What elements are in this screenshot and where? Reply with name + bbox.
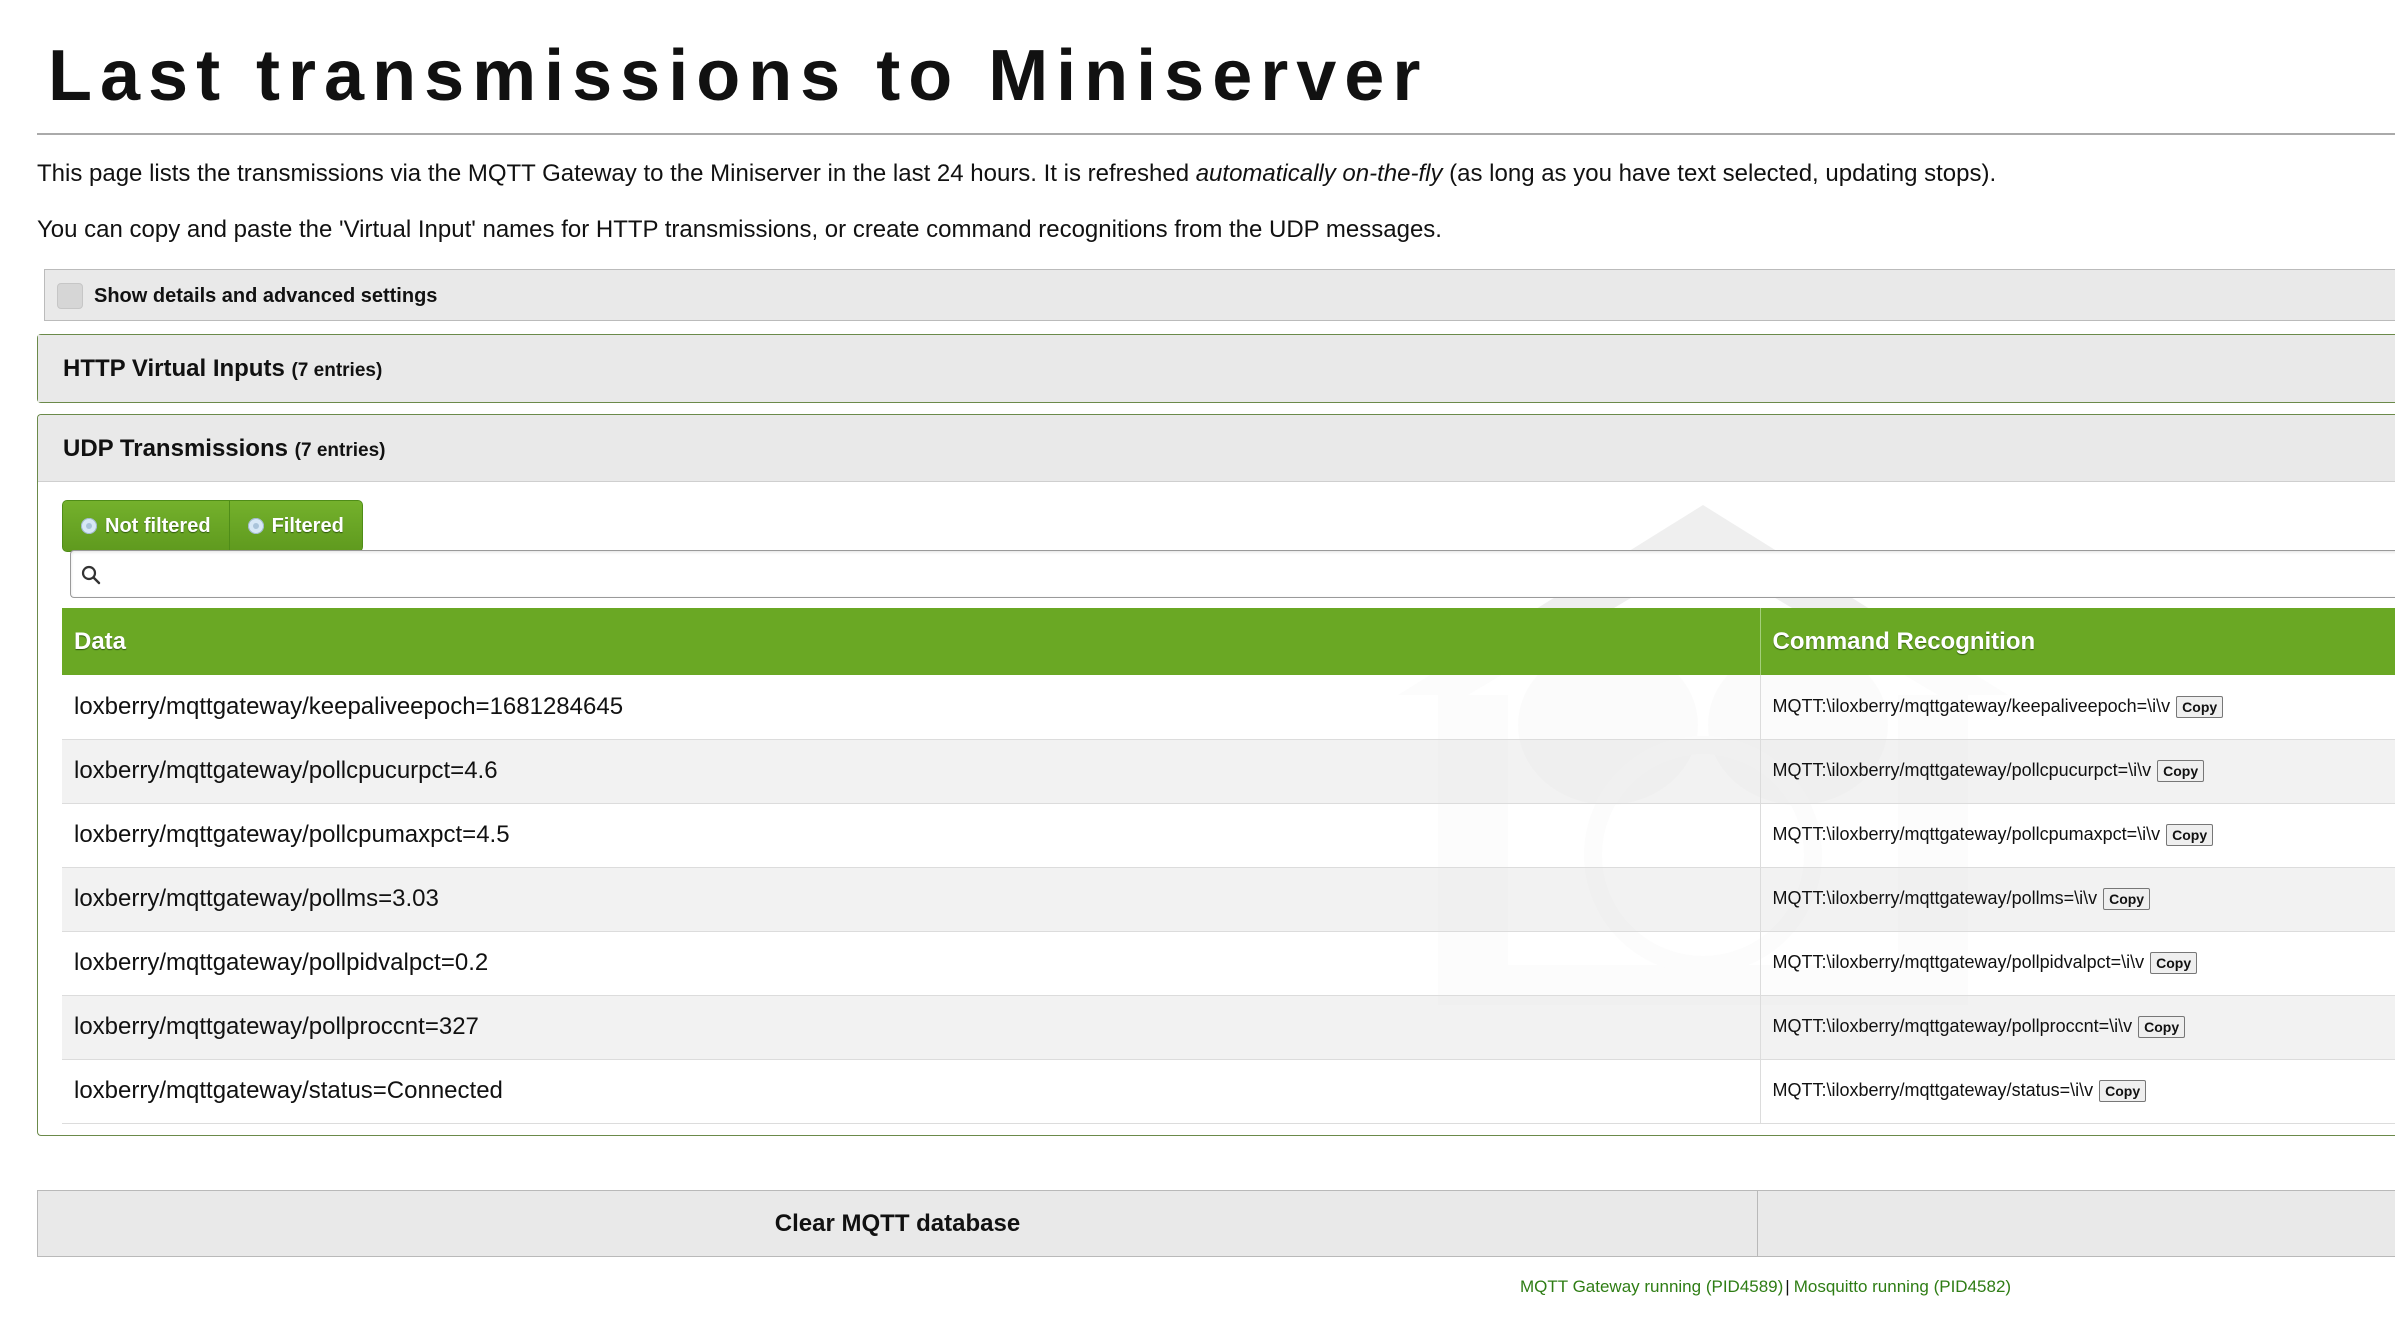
filtered-label: Filtered — [271, 514, 344, 537]
show-details-label[interactable]: Show details and advanced settings — [94, 283, 437, 309]
column-header-command-recognition[interactable]: Command Recognition — [1760, 608, 2395, 675]
command-recognition-cell: MQTT:\iloxberry/mqttgateway/pollcpucurpc… — [1759, 739, 2395, 804]
udp-search-input[interactable] — [111, 557, 2385, 593]
copy-button[interactable]: Copy — [2103, 888, 2151, 911]
command-recognition-cell: MQTT:\iloxberry/mqttgateway/pollproccnt=… — [1759, 995, 2395, 1060]
data-cell: loxberry/mqttgateway/pollpidvalpct=0.2 — [62, 931, 1760, 996]
filter-toggle-group: Not filtered Filtered — [62, 500, 363, 552]
command-recognition-cell: MQTT:\iloxberry/mqttgateway/keepaliveepo… — [1759, 675, 2395, 740]
command-recognition-text: MQTT:\iloxberry/mqttgateway/pollcpumaxpc… — [1772, 823, 2161, 844]
copy-button[interactable]: Copy — [2176, 695, 2224, 718]
command-recognition-text: MQTT:\iloxberry/mqttgateway/pollpidvalpc… — [1772, 951, 2145, 972]
not-filtered-label: Not filtered — [105, 514, 211, 537]
udp-transmissions-heading: UDP Transmissions (7 entries) — [63, 433, 385, 467]
filtered-button[interactable]: Filtered — [228, 501, 362, 551]
http-virtual-inputs-heading: HTTP Virtual Inputs (7 entries) — [63, 353, 382, 387]
command-recognition-cell: MQTT:\iloxberry/mqttgateway/status=\i\v C… — [1759, 1059, 2395, 1124]
table-row: loxberry/mqttgateway/pollms=3.03 MQTT:\il… — [62, 867, 2395, 932]
intro-text: This page lists the transmissions via th… — [37, 158, 1996, 190]
column-header-data[interactable]: Data — [62, 608, 1761, 675]
service-status-line: MQTT Gateway running (PID4589) | Mosquitto… — [1520, 1276, 2011, 1298]
table-row: loxberry/mqttgateway/pollpidvalpct=0.2 MQ… — [62, 931, 2395, 996]
udp-table-body: loxberry/mqttgateway/keepaliveepoch=1681… — [62, 675, 2395, 1124]
command-recognition-text: MQTT:\iloxberry/mqttgateway/status=\i\v — [1772, 1079, 2094, 1100]
command-recognition-text: MQTT:\iloxberry/mqttgateway/keepaliveepo… — [1772, 695, 2171, 716]
mqtt-transmissions-page: Last transmissions to Miniserver This pa… — [0, 0, 2395, 1321]
status-separator: | — [1785, 1277, 1790, 1296]
title-divider — [37, 133, 2395, 135]
data-cell: loxberry/mqttgateway/pollcpumaxpct=4.5 — [62, 803, 1760, 868]
data-cell: loxberry/mqttgateway/pollms=3.03 — [62, 867, 1760, 932]
table-row: loxberry/mqttgateway/keepaliveepoch=1681… — [62, 675, 2395, 740]
table-header-row: Data Command Recognition — [62, 608, 2395, 675]
command-recognition-cell: MQTT:\iloxberry/mqttgateway/pollcpumaxpc… — [1759, 803, 2395, 868]
table-row: loxberry/mqttgateway/pollcpucurpct=4.6 MQ… — [62, 739, 2395, 804]
data-cell: loxberry/mqttgateway/pollcpucurpct=4.6 — [62, 739, 1760, 804]
table-row: loxberry/mqttgateway/status=Connected MQT… — [62, 1059, 2395, 1124]
filtered-radio-icon — [247, 518, 264, 534]
http-virtual-inputs-title: HTTP Virtual Inputs — [63, 355, 285, 382]
command-recognition-cell: MQTT:\iloxberry/mqttgateway/pollms=\i\v C… — [1759, 867, 2395, 932]
http-virtual-inputs-header[interactable]: HTTP Virtual Inputs (7 entries) — [38, 335, 2395, 402]
data-cell: loxberry/mqttgateway/status=Connected — [62, 1059, 1760, 1124]
udp-transmissions-title: UDP Transmissions — [63, 435, 288, 462]
intro-text-start: This page lists the transmissions via th… — [37, 160, 1196, 187]
data-cell: loxberry/mqttgateway/pollproccnt=327 — [62, 995, 1760, 1060]
intro-text-end: (as long as you have text selected, upda… — [1442, 160, 1997, 187]
clear-mqtt-database-button[interactable]: Clear MQTT database — [38, 1191, 1758, 1256]
udp-search-box — [70, 550, 2395, 598]
command-recognition-cell: MQTT:\iloxberry/mqttgateway/pollpidvalpc… — [1759, 931, 2395, 996]
copy-button[interactable]: Copy — [2166, 824, 2214, 847]
data-cell: loxberry/mqttgateway/keepaliveepoch=1681… — [62, 675, 1760, 740]
table-row: loxberry/mqttgateway/pollcpumaxpct=4.5 MQ… — [62, 803, 2395, 868]
search-icon — [81, 565, 101, 585]
mosquitto-status: Mosquitto running (PID4582) — [1793, 1277, 2012, 1296]
http-virtual-inputs-section: HTTP Virtual Inputs (7 entries) — [37, 334, 2395, 403]
udp-transmissions-header[interactable]: UDP Transmissions (7 entries) — [38, 415, 2395, 482]
copy-button[interactable]: Copy — [2138, 1016, 2186, 1039]
command-recognition-text: MQTT:\iloxberry/mqttgateway/pollcpucurpc… — [1772, 759, 2152, 780]
command-recognition-text: MQTT:\iloxberry/mqttgateway/pollproccnt=… — [1772, 1015, 2133, 1036]
table-row: loxberry/mqttgateway/pollproccnt=327 MQTT… — [62, 995, 2395, 1060]
clear-database-bar: Clear MQTT database — [37, 1190, 2395, 1257]
udp-transmissions-section: UDP Transmissions (7 entries) Not filter… — [37, 414, 2395, 1136]
intro-copy-hint: You can copy and paste the 'Virtual Inpu… — [37, 216, 1442, 243]
gateway-status: MQTT Gateway running (PID4589) — [1520, 1277, 1784, 1296]
udp-entry-count: (7 entries) — [294, 440, 386, 461]
page-title: Last transmissions to Miniserver — [48, 36, 1429, 116]
copy-button[interactable]: Copy — [2099, 1080, 2147, 1103]
not-filtered-radio-icon — [81, 518, 97, 534]
show-details-toggle[interactable]: Show details and advanced settings — [44, 269, 2395, 321]
copy-button[interactable]: Copy — [2157, 760, 2205, 783]
copy-button[interactable]: Copy — [2150, 952, 2198, 975]
command-recognition-text: MQTT:\iloxberry/mqttgateway/pollms=\i\v — [1772, 887, 2098, 908]
udp-transmissions-table: Data Command Recognition loxberry/mqttga… — [62, 608, 2395, 1124]
not-filtered-button[interactable]: Not filtered — [63, 501, 229, 551]
http-entry-count: (7 entries) — [291, 360, 383, 381]
show-details-checkbox[interactable] — [57, 283, 83, 309]
intro-text-emphasis: automatically on-the-fly — [1195, 160, 1443, 187]
